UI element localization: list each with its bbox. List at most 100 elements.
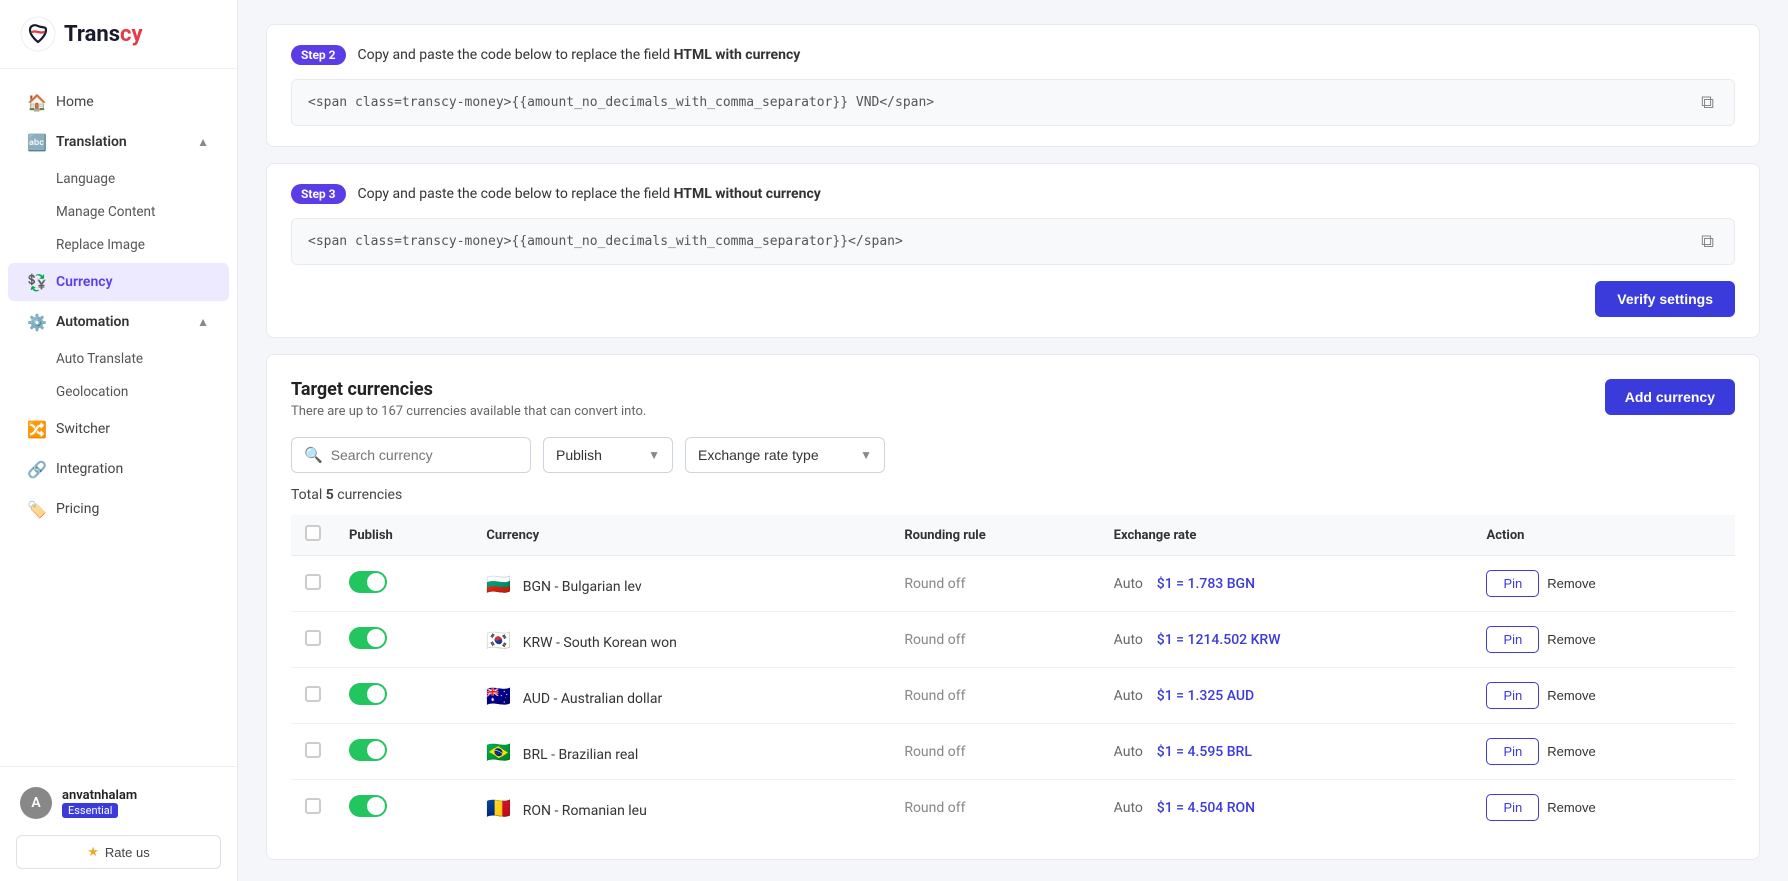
row-checkbox-cell	[291, 556, 335, 612]
sidebar-item-label: Geolocation	[56, 384, 128, 400]
sidebar-item-replace-image[interactable]: Replace Image	[8, 229, 229, 261]
sidebar-item-translation[interactable]: 🔤 Translation ▲	[8, 123, 229, 161]
th-publish: Publish	[335, 515, 472, 556]
th-currency: Currency	[472, 515, 890, 556]
remove-button-1[interactable]: Remove	[1547, 632, 1595, 647]
currency-name: BRL - Brazilian real	[523, 747, 639, 763]
currencies-subtitle: There are up to 167 currencies available…	[291, 404, 646, 419]
currency-table-body: 🇧🇬 BGN - Bulgarian lev Round off Auto $1…	[291, 556, 1735, 836]
sidebar-item-label: Auto Translate	[56, 351, 143, 367]
th-checkbox	[291, 515, 335, 556]
th-action: Action	[1472, 515, 1735, 556]
search-currency-input[interactable]	[331, 447, 518, 463]
exchange-rate-value: $1 = 1.325 AUD	[1157, 688, 1254, 704]
action-buttons: Pin Remove	[1486, 794, 1721, 821]
sidebar-item-integration[interactable]: 🔗 Integration	[8, 450, 229, 488]
table-header-row: Publish Currency Rounding rule Exchange …	[291, 515, 1735, 556]
pricing-icon: 🏷️	[28, 500, 46, 518]
sidebar-item-currency[interactable]: 💱 Currency	[8, 263, 229, 301]
rate-type: Auto	[1114, 800, 1143, 816]
table-row: 🇧🇷 BRL - Brazilian real Round off Auto $…	[291, 724, 1735, 780]
row-exchange-cell: Auto $1 = 1214.502 KRW	[1100, 612, 1473, 668]
row-currency-cell: 🇧🇷 BRL - Brazilian real	[472, 724, 890, 780]
sidebar-item-label: Switcher	[56, 421, 110, 437]
currency-name: KRW - South Korean won	[523, 635, 677, 651]
sidebar-footer: A anvatnhalam Essential ★ Rate us	[0, 766, 237, 881]
rate-type: Auto	[1114, 576, 1143, 592]
remove-button-0[interactable]: Remove	[1547, 576, 1595, 591]
table-row: 🇰🇷 KRW - South Korean won Round off Auto…	[291, 612, 1735, 668]
exchange-rate-select[interactable]: Exchange rate type	[698, 447, 860, 463]
step3-box: Step 3 Copy and paste the code below to …	[266, 163, 1760, 338]
remove-button-4[interactable]: Remove	[1547, 800, 1595, 815]
add-currency-button[interactable]: Add currency	[1605, 379, 1735, 415]
remove-button-2[interactable]: Remove	[1547, 688, 1595, 703]
row-currency-cell: 🇷🇴 RON - Romanian leu	[472, 780, 890, 836]
verify-settings-button[interactable]: Verify settings	[1595, 281, 1735, 317]
action-buttons: Pin Remove	[1486, 570, 1721, 597]
select-all-checkbox[interactable]	[305, 525, 321, 541]
row-currency-cell: 🇦🇺 AUD - Australian dollar	[472, 668, 890, 724]
sidebar-item-home[interactable]: 🏠 Home	[8, 83, 229, 121]
row-rounding-cell: Round off	[890, 780, 1099, 836]
publish-toggle-2[interactable]	[349, 683, 387, 705]
row-action-cell: Pin Remove	[1472, 668, 1735, 724]
rounding-rule: Round off	[904, 688, 965, 704]
row-exchange-cell: Auto $1 = 1.325 AUD	[1100, 668, 1473, 724]
sidebar-item-automation[interactable]: ⚙️ Automation ▲	[8, 303, 229, 341]
flag-icon: 🇧🇷	[486, 740, 511, 764]
row-checkbox-2[interactable]	[305, 686, 321, 702]
step3-header: Step 3 Copy and paste the code below to …	[291, 184, 1735, 204]
sidebar-nav: 🏠 Home 🔤 Translation ▲ Language Manage C…	[0, 69, 237, 766]
pin-button-0[interactable]: Pin	[1486, 570, 1539, 597]
currency-name: BGN - Bulgarian lev	[523, 579, 642, 595]
logo: Transcy	[0, 0, 237, 69]
step3-copy-button[interactable]: ⧉	[1697, 231, 1718, 252]
publish-toggle-1[interactable]	[349, 627, 387, 649]
pin-button-3[interactable]: Pin	[1486, 738, 1539, 765]
table-row: 🇧🇬 BGN - Bulgarian lev Round off Auto $1…	[291, 556, 1735, 612]
main-content: Step 2 Copy and paste the code below to …	[238, 0, 1788, 881]
translation-icon: 🔤	[28, 133, 46, 151]
chevron-down-icon: ▼	[860, 448, 872, 462]
section-title-row: Target currencies There are up to 167 cu…	[291, 379, 1735, 419]
step2-description: Copy and paste the code below to replace…	[358, 47, 801, 63]
sidebar-item-label: Pricing	[56, 501, 99, 517]
remove-button-3[interactable]: Remove	[1547, 744, 1595, 759]
pin-button-1[interactable]: Pin	[1486, 626, 1539, 653]
sidebar-item-geolocation[interactable]: Geolocation	[8, 376, 229, 408]
th-rounding: Rounding rule	[890, 515, 1099, 556]
row-checkbox-1[interactable]	[305, 630, 321, 646]
row-publish-cell	[335, 612, 472, 668]
sidebar-item-switcher[interactable]: 🔀 Switcher	[8, 410, 229, 448]
sidebar-item-auto-translate[interactable]: Auto Translate	[8, 343, 229, 375]
chevron-up-icon: ▲	[197, 135, 209, 149]
sidebar-item-language[interactable]: Language	[8, 163, 229, 195]
avatar: A	[20, 787, 52, 819]
row-action-cell: Pin Remove	[1472, 780, 1735, 836]
row-checkbox-0[interactable]	[305, 574, 321, 590]
rate-type: Auto	[1114, 744, 1143, 760]
publish-toggle-4[interactable]	[349, 795, 387, 817]
flag-icon: 🇰🇷	[486, 628, 511, 652]
row-checkbox-cell	[291, 612, 335, 668]
publish-toggle-0[interactable]	[349, 571, 387, 593]
row-checkbox-3[interactable]	[305, 742, 321, 758]
sidebar-item-pricing[interactable]: 🏷️ Pricing	[8, 490, 229, 528]
sidebar-item-manage-content[interactable]: Manage Content	[8, 196, 229, 228]
publish-toggle-3[interactable]	[349, 739, 387, 761]
publish-filter[interactable]: Publish ▼	[543, 437, 673, 473]
pin-button-4[interactable]: Pin	[1486, 794, 1539, 821]
verify-btn-row: Verify settings	[291, 281, 1735, 317]
step3-bold: HTML without currency	[674, 186, 821, 202]
step2-copy-button[interactable]: ⧉	[1697, 92, 1718, 113]
rate-us-button[interactable]: ★ Rate us	[16, 835, 221, 869]
flag-icon: 🇧🇬	[486, 572, 511, 596]
publish-select[interactable]: Publish	[556, 447, 648, 463]
row-checkbox-4[interactable]	[305, 798, 321, 814]
currencies-section: Target currencies There are up to 167 cu…	[266, 354, 1760, 860]
row-exchange-cell: Auto $1 = 1.783 BGN	[1100, 556, 1473, 612]
exchange-rate-value: $1 = 1214.502 KRW	[1157, 632, 1281, 648]
exchange-rate-filter[interactable]: Exchange rate type ▼	[685, 437, 885, 473]
pin-button-2[interactable]: Pin	[1486, 682, 1539, 709]
